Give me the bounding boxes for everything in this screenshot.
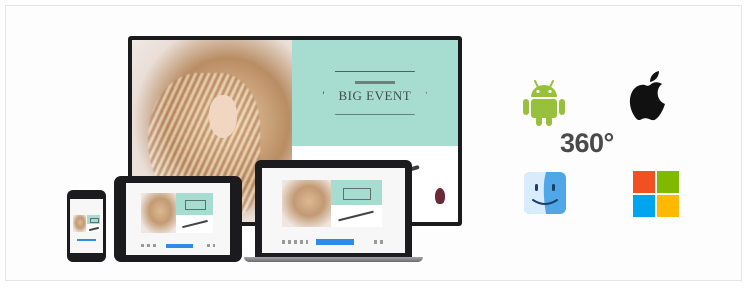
phone-device <box>67 190 106 262</box>
label-360: 360° <box>560 128 614 158</box>
tablet-mini-controls <box>140 244 160 248</box>
laptop-mini-photo <box>282 179 331 228</box>
laptop-mini-controls-right <box>373 240 385 244</box>
phone-mini-button <box>76 238 97 242</box>
tablet-mini-event <box>175 193 214 215</box>
phone-mini-photo <box>72 215 87 233</box>
phone-screen <box>70 199 103 253</box>
apple-icon <box>629 71 665 121</box>
laptop-mini-controls <box>282 240 308 244</box>
windows-icon <box>633 171 679 217</box>
event-badge: BIG EVENT <box>322 70 427 115</box>
finder-icon <box>524 172 566 214</box>
phone-mini-event <box>86 215 101 224</box>
phone-mini-product <box>86 223 101 233</box>
android-icon <box>523 80 565 126</box>
laptop-screen <box>262 168 405 253</box>
tablet-mini-product <box>175 214 214 234</box>
laptop-base <box>244 257 423 262</box>
tablet-mini-photo <box>140 193 176 234</box>
tablet-mini-controls-right <box>207 244 216 248</box>
tablet-mini-button <box>165 243 193 248</box>
laptop-device <box>255 160 412 258</box>
laptop-mini-button <box>316 239 354 245</box>
tablet-device <box>114 176 242 262</box>
laptop-mini-event <box>330 179 383 206</box>
tablet-screen <box>126 183 230 255</box>
laptop-mini-product <box>330 205 383 228</box>
event-panel: BIG EVENT <box>291 40 458 146</box>
lipstick-drop <box>434 187 445 204</box>
event-title: BIG EVENT <box>338 88 412 104</box>
badge-subline <box>354 81 395 85</box>
